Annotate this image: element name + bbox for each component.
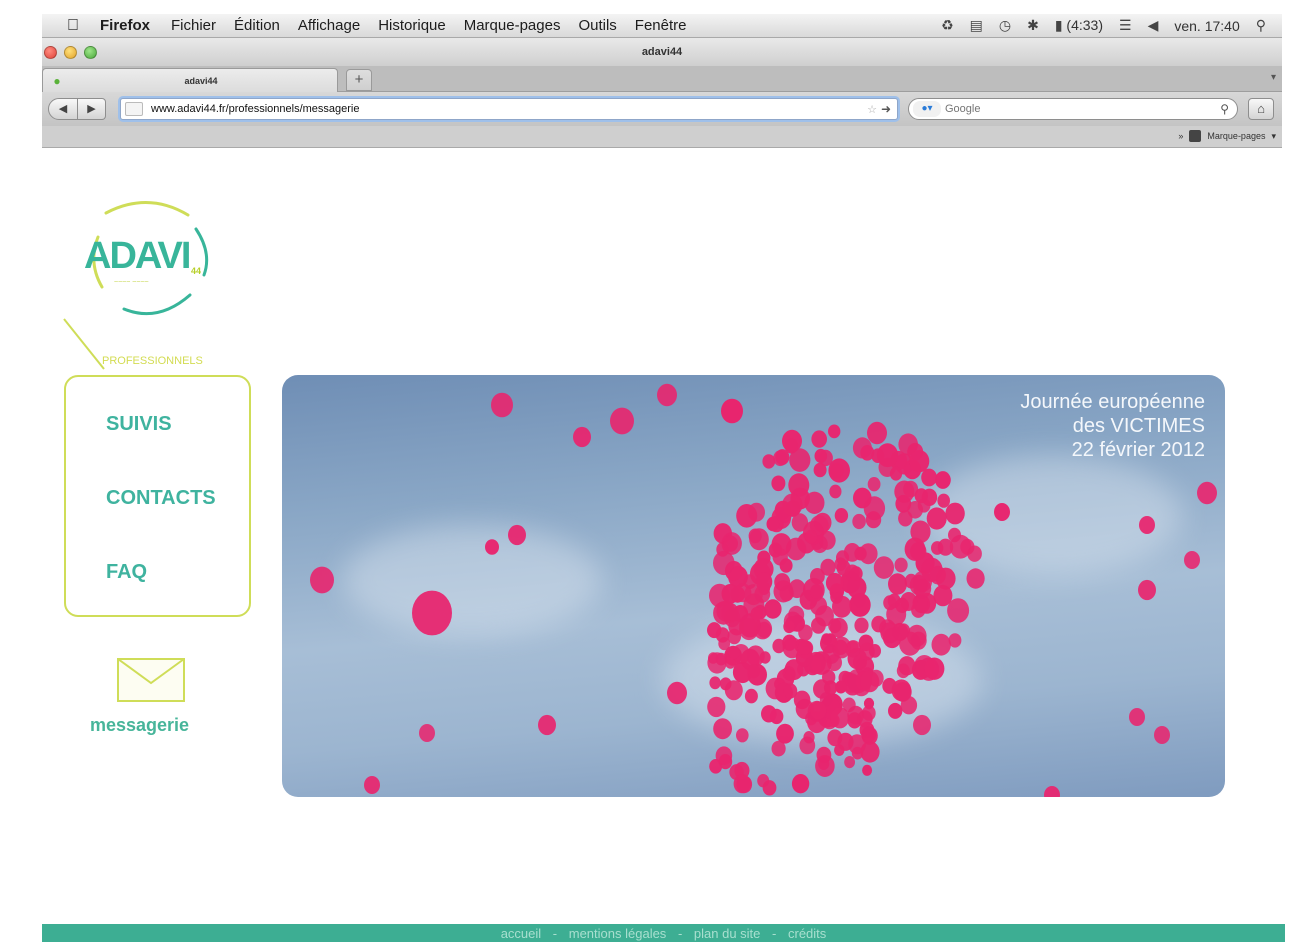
search-engine-icon[interactable]: ●▾	[913, 101, 941, 117]
sync-icon[interactable]: ♻	[941, 17, 954, 34]
menubar-status-area: ♻ ▤ ◷ ✱ ▮ (4:33) ☰ ◀ ven. 17:40 ⚲	[941, 17, 1282, 34]
url-bar[interactable]: www.adavi44.fr/professionnels/messagerie…	[120, 98, 898, 120]
menubar-app-name[interactable]: Firefox	[100, 17, 150, 34]
home-button[interactable]: ⌂	[1248, 98, 1274, 120]
nav-item-contacts[interactable]: CONTACTS	[106, 487, 216, 510]
nav-item-suivis[interactable]: SUIVIS	[106, 413, 172, 436]
tab-adavi44[interactable]: ● adavi44	[42, 68, 338, 92]
bookmarks-dropdown-icon: ▾	[1271, 130, 1276, 141]
menu-marque-pages[interactable]: Marque-pages	[464, 17, 561, 34]
bookmarks-chevron-icon[interactable]: »	[1178, 131, 1183, 141]
tab-label: adavi44	[184, 75, 218, 86]
window-titlebar[interactable]: adavi44	[42, 38, 1282, 66]
footer-link-mentions-legales[interactable]: mentions légales	[569, 926, 667, 941]
bookmarks-menu[interactable]: » Marque-pages ▾	[1178, 130, 1276, 142]
envelope-icon	[117, 658, 185, 702]
new-tab-button[interactable]: +	[346, 69, 372, 91]
url-text[interactable]: www.adavi44.fr/professionnels/messagerie	[151, 103, 867, 115]
bookmarks-toolbar: » Marque-pages ▾	[42, 126, 1282, 148]
search-bar[interactable]: ●▾ ⚲	[908, 98, 1238, 120]
logo-number: 44	[191, 266, 202, 276]
event-banner[interactable]: Journée européenne des VICTIMES 22 févri…	[282, 375, 1225, 797]
volume-icon[interactable]: ◀	[1148, 17, 1159, 34]
history-buttons: ◀ ▶	[48, 98, 106, 120]
adavi-logo[interactable]: ADAVI 44 ~~~~ ~~~~	[78, 193, 218, 323]
nav-section-label[interactable]: PROFESSIONNELS	[102, 355, 203, 367]
menu-historique[interactable]: Historique	[378, 17, 446, 34]
footer-link-plan-du-site[interactable]: plan du site	[694, 926, 761, 941]
tab-bar: ● adavi44 + ▾	[42, 66, 1282, 92]
logo-tagline-mark: ~~~~ ~~~~	[114, 279, 149, 286]
site-identity-icon[interactable]	[125, 102, 143, 116]
page-content: ADAVI 44 ~~~~ ~~~~ PROFESSIONNELS SUIVIS…	[42, 149, 1285, 942]
search-input[interactable]	[945, 103, 1221, 115]
apple-icon[interactable]: 	[58, 17, 88, 35]
window-title: adavi44	[641, 46, 683, 58]
go-arrow-icon[interactable]: ➜	[881, 102, 891, 116]
footer-separator: -	[677, 926, 683, 941]
back-button[interactable]: ◀	[48, 98, 78, 120]
favicon-icon: ●	[53, 73, 61, 88]
menubar-clock[interactable]: ven. 17:40	[1174, 18, 1239, 34]
wifi-icon[interactable]: ☰	[1119, 17, 1132, 34]
footer-separator: -	[552, 926, 558, 941]
logo-wordmark: ADAVI	[84, 235, 191, 277]
bookmarks-folder-icon	[1189, 130, 1202, 142]
messagerie-label: messagerie	[90, 715, 190, 735]
spotlight-search-icon[interactable]: ⚲	[1256, 17, 1266, 34]
banner-caption-line-3: 22 février 2012	[1071, 439, 1205, 461]
banner-caption-line-2: des VICTIMES	[1072, 415, 1205, 437]
navigation-toolbar: ◀ ▶ www.adavi44.fr/professionnels/messag…	[42, 92, 1282, 126]
tab-list-arrow-icon[interactable]: ▾	[1271, 72, 1276, 83]
messagerie-link[interactable]: messagerie	[90, 657, 220, 737]
professional-nav-box: SUIVIS CONTACTS FAQ	[64, 375, 251, 617]
footer-link-accueil[interactable]: accueil	[501, 926, 541, 941]
battery-status[interactable]: ▮ (4:33)	[1055, 17, 1103, 34]
site-footer: accueil - mentions légales - plan du sit…	[42, 924, 1285, 942]
menu-edition[interactable]: Édition	[234, 17, 280, 34]
browser-screenshot:  Firefox Fichier Édition Affichage Hist…	[0, 0, 1295, 942]
banner-caption-line-1: Journée européenne	[1020, 391, 1205, 413]
document-icon[interactable]: ▤	[970, 17, 983, 34]
menu-fenetre[interactable]: Fenêtre	[635, 17, 687, 34]
footer-separator: -	[772, 926, 777, 941]
nav-item-faq[interactable]: FAQ	[106, 561, 147, 584]
bookmark-star-icon[interactable]: ☆	[867, 103, 877, 116]
search-magnifier-icon[interactable]: ⚲	[1220, 102, 1229, 116]
bookmarks-label: Marque-pages	[1207, 131, 1266, 141]
bluetooth-icon[interactable]: ✱	[1027, 17, 1039, 34]
time-machine-icon[interactable]: ◷	[999, 17, 1011, 34]
menu-affichage[interactable]: Affichage	[298, 17, 360, 34]
menu-fichier[interactable]: Fichier	[171, 17, 216, 34]
menu-outils[interactable]: Outils	[578, 17, 616, 34]
forward-button[interactable]: ▶	[78, 98, 106, 120]
footer-link-credits[interactable]: crédits	[788, 926, 826, 941]
menubar:  Firefox Fichier Édition Affichage Hist…	[42, 14, 1282, 38]
battery-time: (4:33)	[1066, 17, 1103, 33]
battery-icon: ▮	[1054, 17, 1063, 33]
